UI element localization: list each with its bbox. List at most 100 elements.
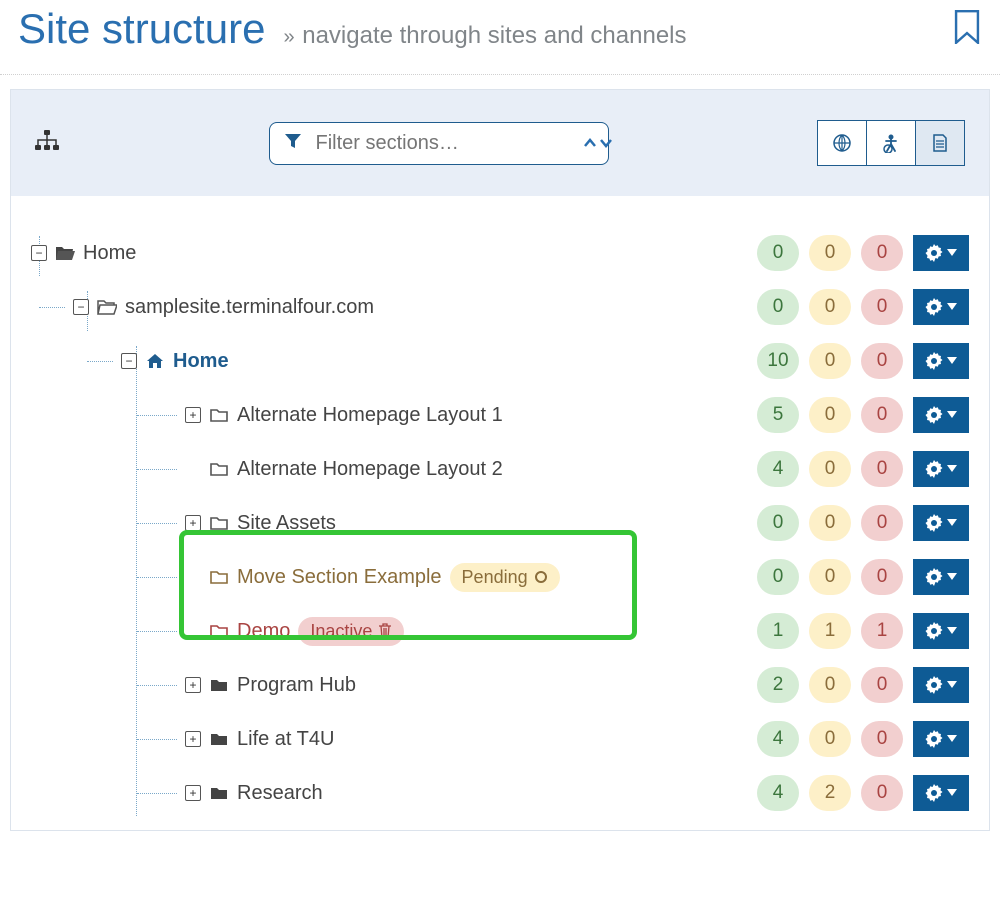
inactive-count[interactable]: 0 bbox=[861, 559, 903, 595]
tree-connector bbox=[137, 415, 177, 416]
inactive-count[interactable]: 0 bbox=[861, 721, 903, 757]
approved-count[interactable]: 4 bbox=[757, 775, 799, 811]
collapse-toggle[interactable] bbox=[121, 353, 137, 369]
section-actions-button[interactable] bbox=[913, 721, 969, 757]
tree-connector bbox=[137, 739, 177, 740]
approved-count[interactable]: 10 bbox=[757, 343, 799, 379]
pending-count[interactable]: 2 bbox=[809, 775, 851, 811]
approved-count[interactable]: 0 bbox=[757, 235, 799, 271]
section-label[interactable]: Life at T4U bbox=[237, 728, 334, 751]
tree-row: DemoInactive111 bbox=[31, 604, 969, 658]
tree-row: Research 420 bbox=[31, 766, 969, 820]
pending-count[interactable]: 0 bbox=[809, 289, 851, 325]
pending-count[interactable]: 0 bbox=[809, 343, 851, 379]
section-label[interactable]: Site Assets bbox=[237, 512, 336, 535]
section-label[interactable]: Home bbox=[83, 242, 136, 265]
filter-box[interactable] bbox=[269, 122, 609, 165]
tree-connector bbox=[137, 577, 177, 578]
expand-toggle[interactable] bbox=[185, 407, 201, 423]
chevron-down-icon[interactable] bbox=[599, 136, 613, 150]
approved-count[interactable]: 4 bbox=[757, 721, 799, 757]
tree-row: Home000 bbox=[31, 226, 969, 280]
folder-solid-icon bbox=[209, 676, 229, 694]
section-label[interactable]: Alternate Homepage Layout 1 bbox=[237, 404, 503, 427]
section-actions-button[interactable] bbox=[913, 613, 969, 649]
inactive-count[interactable]: 0 bbox=[861, 775, 903, 811]
section-actions-button[interactable] bbox=[913, 397, 969, 433]
inactive-count[interactable]: 0 bbox=[861, 451, 903, 487]
section-actions-button[interactable] bbox=[913, 505, 969, 541]
toolbar bbox=[11, 90, 989, 196]
folder-outline-icon bbox=[209, 406, 229, 424]
section-actions-button[interactable] bbox=[913, 235, 969, 271]
expand-toggle[interactable] bbox=[185, 731, 201, 747]
inactive-count[interactable]: 0 bbox=[861, 505, 903, 541]
collapse-toggle[interactable] bbox=[31, 245, 47, 261]
page-header: Site structure » navigate through sites … bbox=[0, 0, 1000, 75]
filter-sort-buttons[interactable] bbox=[583, 136, 613, 150]
section-label[interactable]: Move Section Example bbox=[237, 566, 442, 589]
pending-count[interactable]: 0 bbox=[809, 559, 851, 595]
tree-connector bbox=[137, 685, 177, 686]
section-label[interactable]: samplesite.terminalfour.com bbox=[125, 296, 374, 319]
approved-count[interactable]: 5 bbox=[757, 397, 799, 433]
inactive-count[interactable]: 1 bbox=[861, 613, 903, 649]
section-actions-button[interactable] bbox=[913, 559, 969, 595]
tree-connector bbox=[137, 793, 177, 794]
expand-toggle[interactable] bbox=[185, 677, 201, 693]
chevron-up-icon[interactable] bbox=[583, 136, 597, 150]
tree-connector bbox=[39, 307, 65, 308]
collapse-toggle[interactable] bbox=[73, 299, 89, 315]
folder-open-solid-icon bbox=[55, 244, 75, 262]
folder-outline-pending-icon bbox=[209, 568, 229, 586]
bookmark-icon[interactable] bbox=[952, 10, 982, 49]
pending-count[interactable]: 0 bbox=[809, 397, 851, 433]
section-label[interactable]: Research bbox=[237, 782, 323, 805]
inactive-count[interactable]: 0 bbox=[861, 667, 903, 703]
folder-outline-inactive-icon bbox=[209, 622, 229, 640]
section-actions-button[interactable] bbox=[913, 775, 969, 811]
pending-count[interactable]: 1 bbox=[809, 613, 851, 649]
inactive-count[interactable]: 0 bbox=[861, 289, 903, 325]
tree-connector bbox=[137, 469, 177, 470]
filter-icon bbox=[284, 132, 302, 155]
document-button[interactable] bbox=[915, 120, 965, 166]
approved-count[interactable]: 0 bbox=[757, 505, 799, 541]
pending-count[interactable]: 0 bbox=[809, 451, 851, 487]
globe-button[interactable] bbox=[817, 120, 867, 166]
approved-count[interactable]: 0 bbox=[757, 289, 799, 325]
pending-count[interactable]: 0 bbox=[809, 505, 851, 541]
section-actions-button[interactable] bbox=[913, 289, 969, 325]
section-label[interactable]: Home bbox=[173, 350, 229, 373]
filter-input[interactable] bbox=[314, 131, 583, 156]
tree-row: Home 10 00 bbox=[31, 334, 969, 388]
expand-toggle[interactable] bbox=[185, 785, 201, 801]
tree: Home000samplesite.terminalfour.com000Hom… bbox=[31, 226, 969, 820]
approved-count[interactable]: 4 bbox=[757, 451, 799, 487]
status-badge-inactive: Inactive bbox=[298, 617, 404, 646]
section-actions-button[interactable] bbox=[913, 343, 969, 379]
section-label[interactable]: Alternate Homepage Layout 2 bbox=[237, 458, 503, 481]
inactive-count[interactable]: 0 bbox=[861, 343, 903, 379]
approved-count[interactable]: 2 bbox=[757, 667, 799, 703]
section-actions-button[interactable] bbox=[913, 451, 969, 487]
approved-count[interactable]: 0 bbox=[757, 559, 799, 595]
inactive-count[interactable]: 0 bbox=[861, 235, 903, 271]
tree-connector bbox=[137, 523, 177, 524]
pending-count[interactable]: 0 bbox=[809, 721, 851, 757]
tree-area: Home000samplesite.terminalfour.com000Hom… bbox=[11, 196, 989, 830]
view-mode-group bbox=[818, 120, 965, 166]
expand-toggle[interactable] bbox=[185, 515, 201, 531]
status-badge-pending: Pending bbox=[450, 563, 560, 592]
sitemap-icon[interactable] bbox=[35, 139, 59, 156]
site-structure-panel: Home000samplesite.terminalfour.com000Hom… bbox=[10, 89, 990, 831]
tree-row: samplesite.terminalfour.com000 bbox=[31, 280, 969, 334]
section-label[interactable]: Demo bbox=[237, 620, 290, 643]
pending-count[interactable]: 0 bbox=[809, 667, 851, 703]
accessibility-button[interactable] bbox=[866, 120, 916, 166]
section-label[interactable]: Program Hub bbox=[237, 674, 356, 697]
approved-count[interactable]: 1 bbox=[757, 613, 799, 649]
pending-count[interactable]: 0 bbox=[809, 235, 851, 271]
section-actions-button[interactable] bbox=[913, 667, 969, 703]
inactive-count[interactable]: 0 bbox=[861, 397, 903, 433]
